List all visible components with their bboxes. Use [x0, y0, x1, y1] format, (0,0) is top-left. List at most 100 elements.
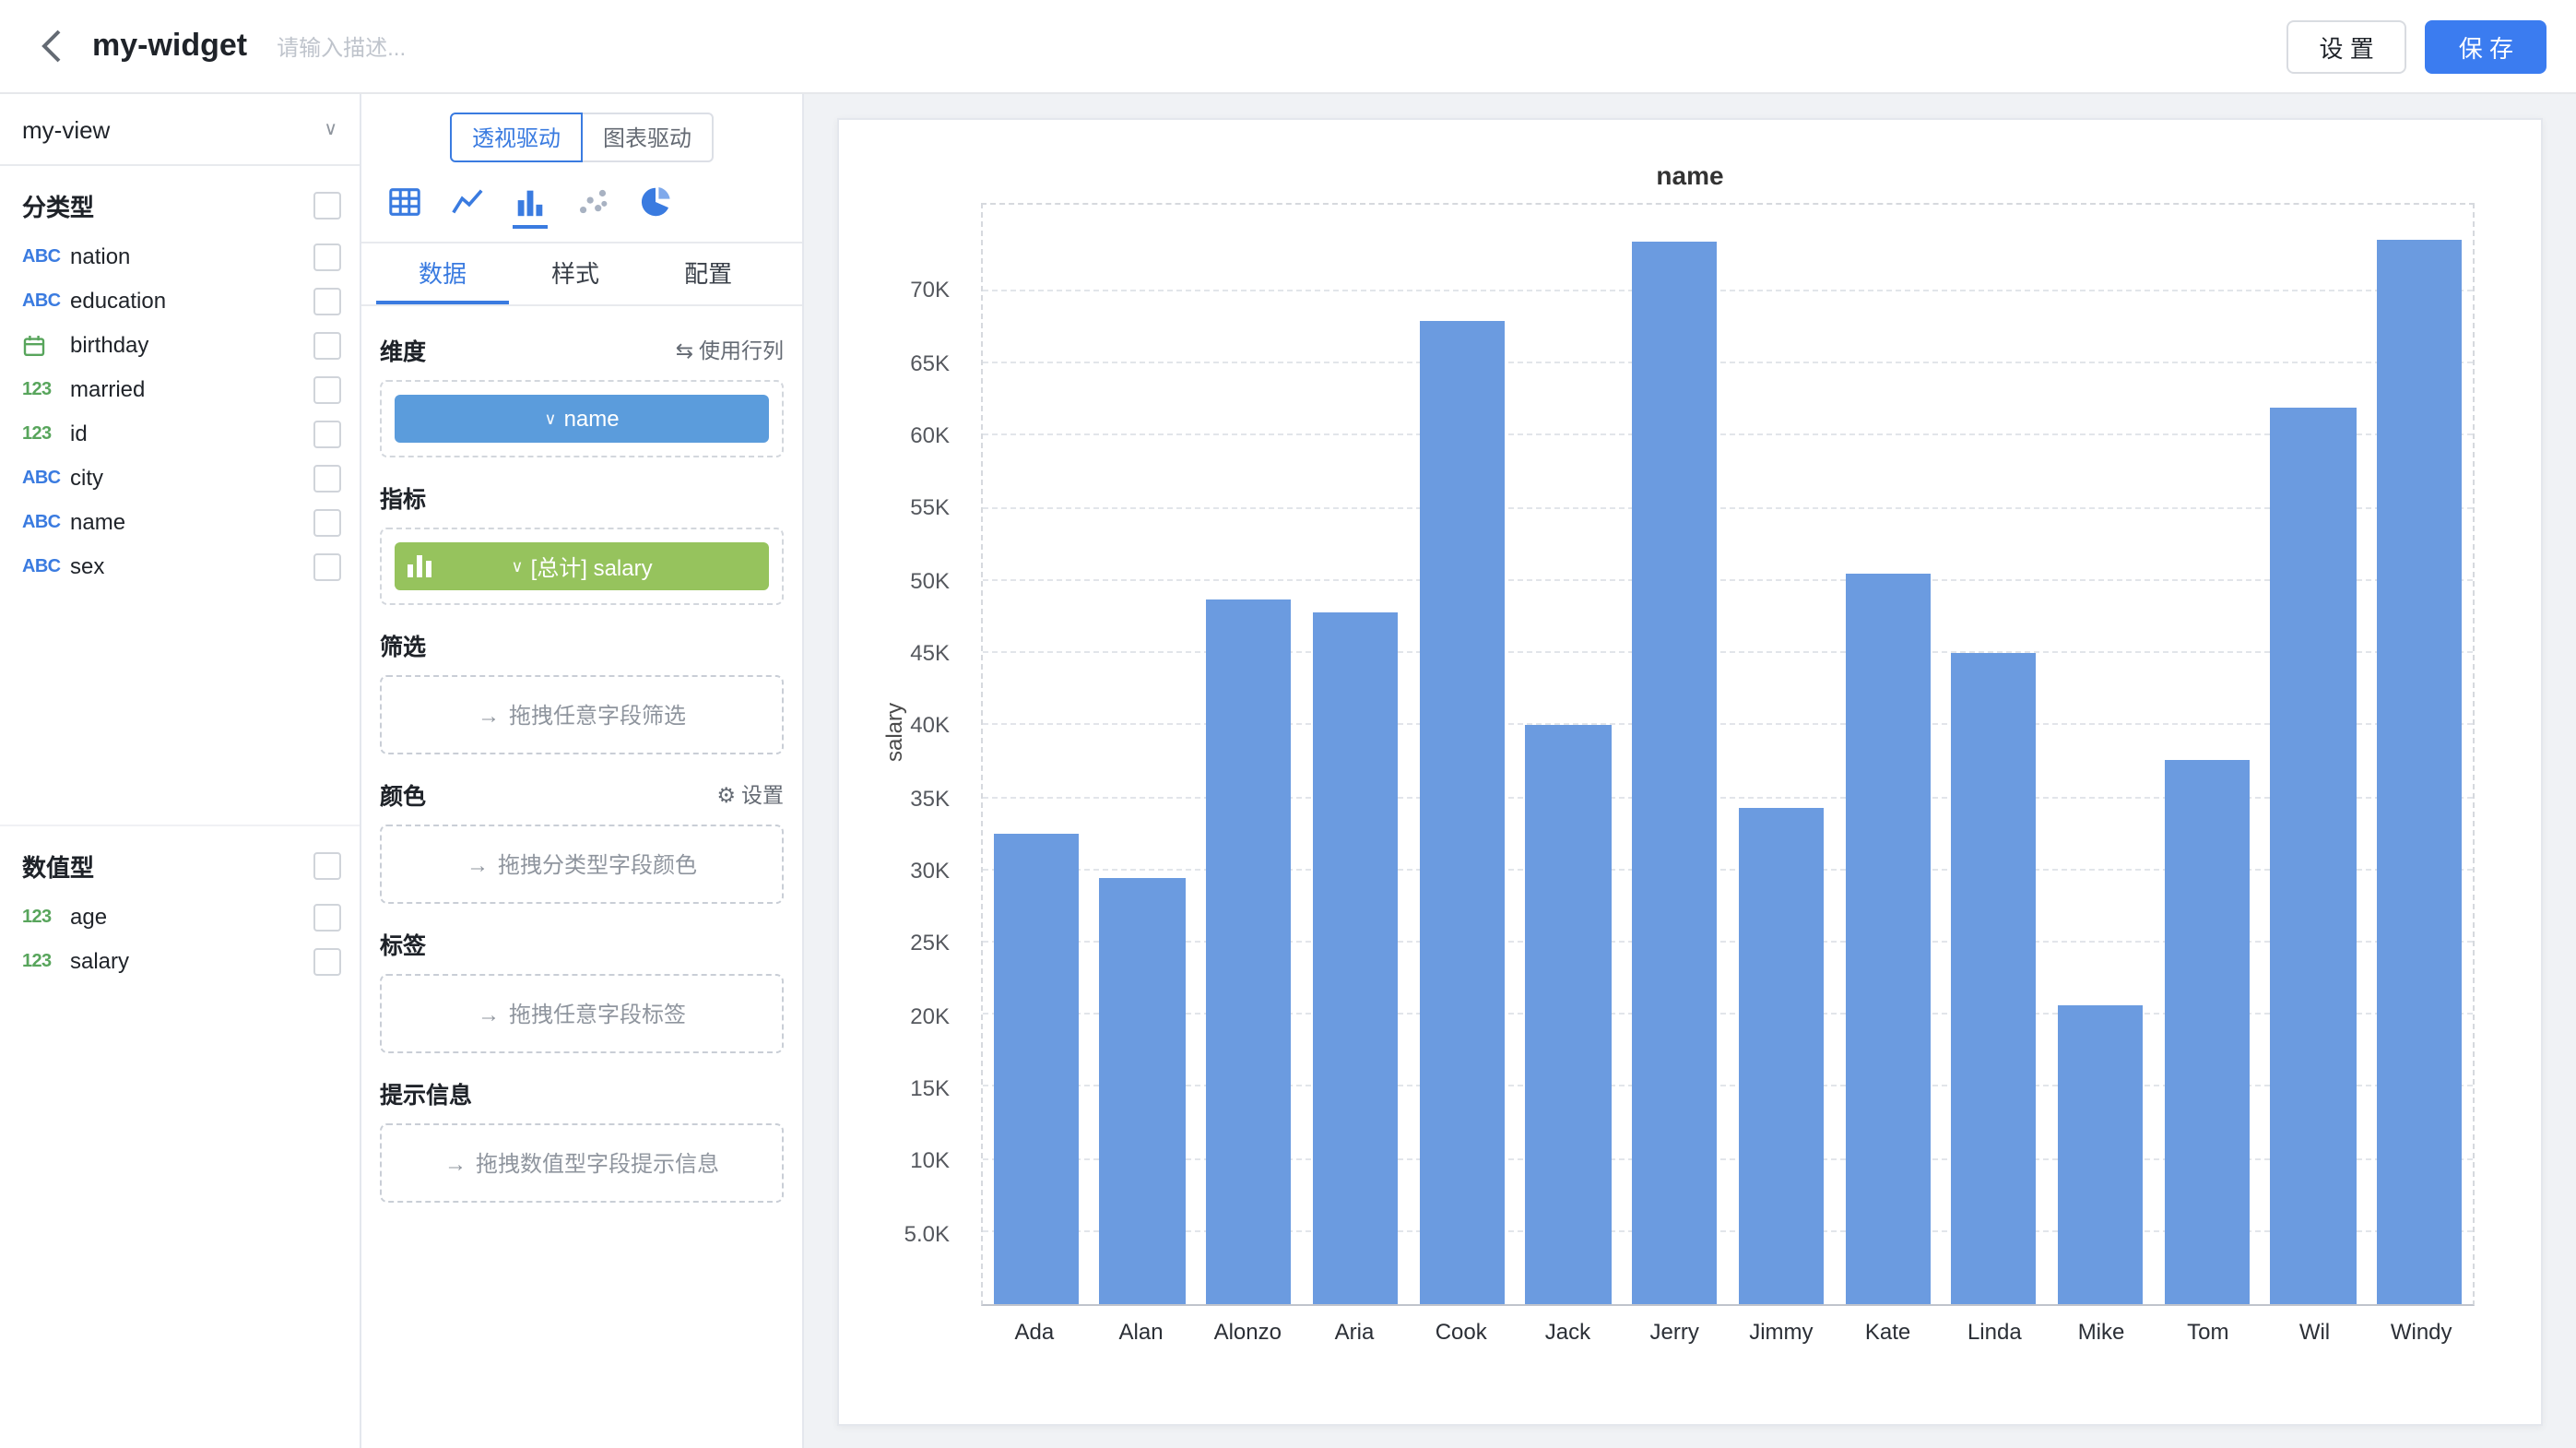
number-field-icon: 123 [22, 951, 70, 971]
field-item-age[interactable]: 123age [0, 895, 360, 939]
field-item-married[interactable]: 123married [0, 367, 360, 411]
gear-icon: ⚙ [716, 781, 736, 807]
dimension-label: 维度 [380, 332, 426, 367]
field-checkbox[interactable] [313, 243, 341, 270]
chart-type-line-icon[interactable] [450, 184, 485, 229]
y-tick-label: 20K [839, 1001, 950, 1030]
field-name: education [70, 288, 313, 314]
field-item-education[interactable]: ABCeducation [0, 279, 360, 323]
chevron-down-icon: ∨ [511, 556, 523, 576]
bar-Alonzo[interactable] [1206, 599, 1291, 1304]
x-axis-labels: AdaAlanAlonzoAriaCookJackJerryJimmyKateL… [981, 1319, 2475, 1350]
drag-arrow-icon: → [478, 702, 500, 728]
driver-tab-pivot[interactable]: 透视驱动 [450, 113, 583, 162]
field-checkbox[interactable] [313, 552, 341, 580]
bar-Windy[interactable] [2377, 240, 2462, 1304]
chart-card: name salary 5.0K10K15K20K25K30K35K40K45K… [837, 118, 2543, 1426]
x-tick-label: Alonzo [1194, 1319, 1301, 1350]
field-name: sex [70, 553, 313, 579]
bar-slot [1089, 205, 1195, 1304]
measure-dropzone[interactable]: ∨ [总计] salary [380, 528, 784, 605]
field-checkbox[interactable] [313, 852, 341, 880]
dimension-pill[interactable]: ∨ name [395, 395, 769, 443]
tab-data[interactable]: 数据 [376, 243, 509, 304]
bar-slot [2367, 205, 2473, 1304]
color-dropzone[interactable]: → 拖拽分类型字段颜色 [380, 825, 784, 904]
bar-slot [1196, 205, 1302, 1304]
x-tick-label: Wil [2262, 1319, 2369, 1350]
view-selector[interactable]: my-view ∨ [0, 94, 360, 166]
color-label: 颜色 [380, 777, 426, 812]
chart-type-pie-icon[interactable] [638, 184, 673, 229]
bar-chart-icon [408, 542, 431, 590]
bar-Aria[interactable] [1313, 612, 1398, 1304]
field-checkbox[interactable] [313, 287, 341, 315]
save-button[interactable]: 保 存 [2426, 19, 2546, 73]
field-name: salary [70, 948, 313, 974]
y-tick-label: 45K [839, 638, 950, 668]
x-tick-label: Linda [1941, 1319, 2048, 1350]
field-checkbox[interactable] [313, 375, 341, 403]
y-tick-label: 55K [839, 493, 950, 523]
bar-slot [1409, 205, 1515, 1304]
chart-type-table-icon[interactable] [387, 184, 422, 229]
settings-button[interactable]: 设 置 [2286, 19, 2407, 73]
field-checkbox[interactable] [313, 464, 341, 492]
dimension-dropzone[interactable]: ∨ name [380, 380, 784, 457]
text-field-icon: ABC [22, 291, 70, 311]
field-item-salary[interactable]: 123salary [0, 939, 360, 983]
driver-tab-chart[interactable]: 图表驱动 [581, 113, 714, 162]
y-tick-label: 5.0K [839, 1218, 950, 1248]
description-input[interactable]: 请输入描述... [277, 30, 406, 62]
y-axis-ticks: 5.0K10K15K20K25K30K35K40K45K50K55K60K65K… [839, 203, 966, 1306]
field-checkbox[interactable] [313, 947, 341, 975]
bar-Kate[interactable] [1845, 574, 1930, 1304]
bar-Jimmy[interactable] [1739, 808, 1824, 1304]
y-tick-label: 50K [839, 565, 950, 595]
color-settings-button[interactable]: ⚙ 设置 [716, 779, 784, 809]
field-checkbox[interactable] [313, 508, 341, 536]
use-rowcol-button[interactable]: ⇆ 使用行列 [676, 335, 784, 364]
header: my-widget 请输入描述... 设 置 保 存 [0, 0, 2576, 94]
bar-Jerry[interactable] [1632, 241, 1717, 1304]
field-checkbox[interactable] [313, 331, 341, 359]
chevron-down-icon: ∨ [544, 409, 556, 429]
field-checkbox[interactable] [313, 420, 341, 447]
field-checkbox[interactable] [313, 903, 341, 931]
x-tick-label: Aria [1301, 1319, 1408, 1350]
view-selector-label: my-view [22, 115, 110, 143]
label-dropzone[interactable]: → 拖拽任意字段标签 [380, 974, 784, 1053]
y-tick-label: 60K [839, 421, 950, 450]
bar-Linda[interactable] [1951, 653, 2036, 1304]
drag-arrow-icon: → [467, 851, 489, 877]
y-tick-label: 70K [839, 275, 950, 304]
tooltip-label: 提示信息 [380, 1075, 472, 1110]
field-item-id[interactable]: 123id [0, 411, 360, 456]
field-item-name[interactable]: ABCname [0, 500, 360, 544]
field-item-city[interactable]: ABCcity [0, 456, 360, 500]
widget-editor: my-widget 请输入描述... 设 置 保 存 my-view ∨ 分类型… [0, 0, 2576, 1448]
filter-dropzone[interactable]: → 拖拽任意字段筛选 [380, 675, 784, 754]
back-button[interactable] [30, 24, 74, 68]
tab-config[interactable]: 配置 [642, 243, 774, 304]
y-tick-label: 30K [839, 856, 950, 885]
field-item-nation[interactable]: ABCnation [0, 234, 360, 279]
bar-slot [1515, 205, 1621, 1304]
bar-Cook[interactable] [1419, 321, 1504, 1305]
bar-Mike[interactable] [2058, 1006, 2143, 1304]
y-tick-label: 65K [839, 348, 950, 377]
tooltip-dropzone[interactable]: → 拖拽数值型字段提示信息 [380, 1123, 784, 1203]
chart-type-scatter-icon[interactable] [575, 184, 610, 229]
field-checkbox[interactable] [313, 192, 341, 220]
tab-style[interactable]: 样式 [509, 243, 642, 304]
chart-type-bar-icon[interactable] [513, 184, 548, 229]
measure-pill[interactable]: ∨ [总计] salary [395, 542, 769, 590]
bar-Ada[interactable] [994, 834, 1079, 1304]
field-item-sex[interactable]: ABCsex [0, 544, 360, 588]
bar-Tom[interactable] [2164, 760, 2249, 1304]
panel-sections: 维度 ⇆ 使用行列 ∨ name [361, 306, 802, 1448]
bar-Wil[interactable] [2271, 408, 2356, 1304]
field-item-birthday[interactable]: birthday [0, 323, 360, 367]
bar-Alan[interactable] [1100, 877, 1185, 1304]
bar-Jack[interactable] [1526, 726, 1611, 1304]
